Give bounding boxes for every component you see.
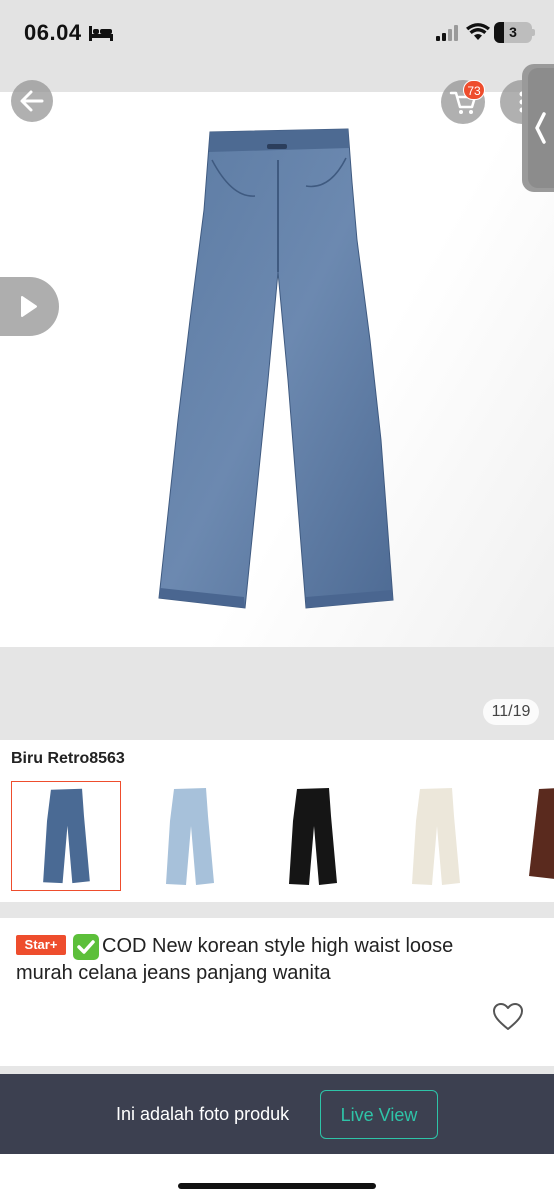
status-bar	[0, 0, 554, 92]
product-title-line2: murah celana jeans panjang wanita	[16, 962, 331, 984]
variant-jeans-image	[529, 788, 554, 879]
variant-thumb[interactable]	[11, 781, 121, 891]
back-button[interactable]	[11, 80, 53, 122]
image-counter: 11/19	[483, 699, 539, 725]
variant-jeans-image	[166, 788, 214, 885]
variant-jeans-image	[412, 788, 460, 885]
photo-notice-text: Ini adalah foto produk	[116, 1104, 290, 1124]
battery-icon: 3	[494, 22, 532, 43]
battery-level: 3	[509, 24, 517, 40]
variant-selected-label: Biru Retro8563	[11, 750, 125, 767]
status-time: 06.04	[24, 20, 82, 45]
cart-badge: 73	[463, 80, 485, 100]
signal-icon	[436, 25, 458, 41]
check-mark-icon	[73, 934, 99, 960]
product-title-line1: COD New korean style high waist loose	[102, 935, 454, 957]
side-drawer-inner[interactable]	[528, 68, 554, 188]
home-indicator[interactable]	[178, 1183, 376, 1189]
chevron-left-icon	[535, 112, 546, 144]
wifi-icon	[466, 23, 490, 40]
live-view-button[interactable]: Live View	[320, 1090, 438, 1139]
back-arrow-icon	[20, 90, 44, 112]
variant-thumb[interactable]	[257, 781, 367, 891]
variant-thumb[interactable]	[134, 781, 244, 891]
bed-icon	[89, 26, 113, 41]
variant-jeans-image	[43, 788, 90, 884]
battery-nub	[532, 29, 535, 36]
variant-jeans-image	[289, 788, 337, 885]
heart-icon[interactable]	[492, 1002, 524, 1032]
play-icon	[21, 296, 37, 317]
play-video-button[interactable]	[0, 277, 59, 336]
home-area	[0, 1154, 554, 1200]
variant-thumb[interactable]	[380, 781, 490, 891]
jeans-image	[158, 128, 394, 609]
star-plus-badge: Star+	[16, 935, 66, 955]
product-image[interactable]	[0, 92, 554, 647]
image-lower-band	[0, 647, 554, 740]
variant-thumb[interactable]	[503, 781, 554, 891]
